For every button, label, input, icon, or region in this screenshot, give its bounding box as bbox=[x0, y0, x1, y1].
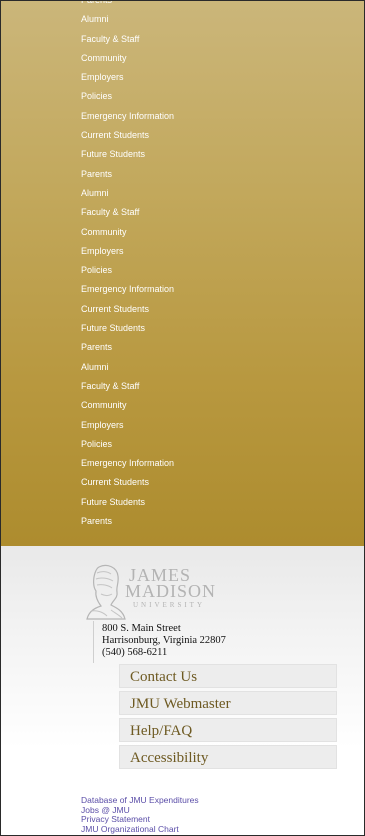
nav-item-employers[interactable]: Employers bbox=[81, 242, 174, 261]
nav-item-emergency-information[interactable]: Emergency Information bbox=[81, 107, 174, 126]
address-phone: (540) 568-6211 bbox=[102, 647, 168, 658]
nav-panel: Parents Alumni Faculty & Staff Community… bbox=[1, 1, 364, 546]
nav-item-policies[interactable]: Policies bbox=[81, 87, 174, 106]
nav-item-faculty-staff[interactable]: Faculty & Staff bbox=[81, 203, 174, 222]
nav-item-parents[interactable]: Parents bbox=[81, 1, 174, 10]
nav-item-parents[interactable]: Parents bbox=[81, 338, 174, 357]
nav-item-current-students[interactable]: Current Students bbox=[81, 473, 174, 492]
nav-item-faculty-staff[interactable]: Faculty & Staff bbox=[81, 30, 174, 49]
nav-item-future-students[interactable]: Future Students bbox=[81, 493, 174, 512]
link-org-chart[interactable]: JMU Organizational Chart bbox=[81, 824, 199, 835]
address-divider bbox=[93, 621, 94, 663]
jmu-logo[interactable]: JAMES MADISON UNIVERSITY bbox=[77, 561, 257, 621]
accessibility-button[interactable]: Accessibility bbox=[119, 745, 337, 769]
site-footer: JAMES MADISON UNIVERSITY 800 S. Main Str… bbox=[1, 546, 364, 835]
nav-item-employers[interactable]: Employers bbox=[81, 68, 174, 87]
nav-item-employers[interactable]: Employers bbox=[81, 416, 174, 435]
nav-item-future-students[interactable]: Future Students bbox=[81, 319, 174, 338]
jmu-webmaster-button[interactable]: JMU Webmaster bbox=[119, 691, 337, 715]
nav-item-future-students[interactable]: Future Students bbox=[81, 145, 174, 164]
nav-item-alumni[interactable]: Alumni bbox=[81, 184, 174, 203]
nav-item-parents[interactable]: Parents bbox=[81, 512, 174, 531]
footer-links: Database of JMU Expenditures Jobs @ JMU … bbox=[81, 795, 199, 835]
nav-item-community[interactable]: Community bbox=[81, 223, 174, 242]
page-frame: Parents Alumni Faculty & Staff Community… bbox=[0, 0, 365, 836]
nav-list: Parents Alumni Faculty & Staff Community… bbox=[81, 1, 174, 531]
address-block: 800 S. Main Street Harrisonburg, Virgini… bbox=[102, 623, 226, 659]
address-street: 800 S. Main Street bbox=[102, 623, 181, 634]
nav-item-alumni[interactable]: Alumni bbox=[81, 10, 174, 29]
nav-item-parents[interactable]: Parents bbox=[81, 165, 174, 184]
nav-item-alumni[interactable]: Alumni bbox=[81, 358, 174, 377]
nav-item-emergency-information[interactable]: Emergency Information bbox=[81, 454, 174, 473]
address-city: Harrisonburg, Virginia 22807 bbox=[102, 635, 226, 646]
contact-us-button[interactable]: Contact Us bbox=[119, 664, 337, 688]
nav-item-emergency-information[interactable]: Emergency Information bbox=[81, 280, 174, 299]
nav-item-current-students[interactable]: Current Students bbox=[81, 300, 174, 319]
logo-word-madison: MADISON bbox=[125, 581, 217, 601]
logo-word-university: UNIVERSITY bbox=[133, 601, 205, 609]
help-faq-button[interactable]: Help/FAQ bbox=[119, 718, 337, 742]
nav-item-policies[interactable]: Policies bbox=[81, 435, 174, 454]
nav-item-community[interactable]: Community bbox=[81, 49, 174, 68]
nav-item-current-students[interactable]: Current Students bbox=[81, 126, 174, 145]
nav-item-policies[interactable]: Policies bbox=[81, 261, 174, 280]
nav-item-community[interactable]: Community bbox=[81, 396, 174, 415]
footer-button-list: Contact Us JMU Webmaster Help/FAQ Access… bbox=[119, 664, 337, 772]
nav-item-faculty-staff[interactable]: Faculty & Staff bbox=[81, 377, 174, 396]
